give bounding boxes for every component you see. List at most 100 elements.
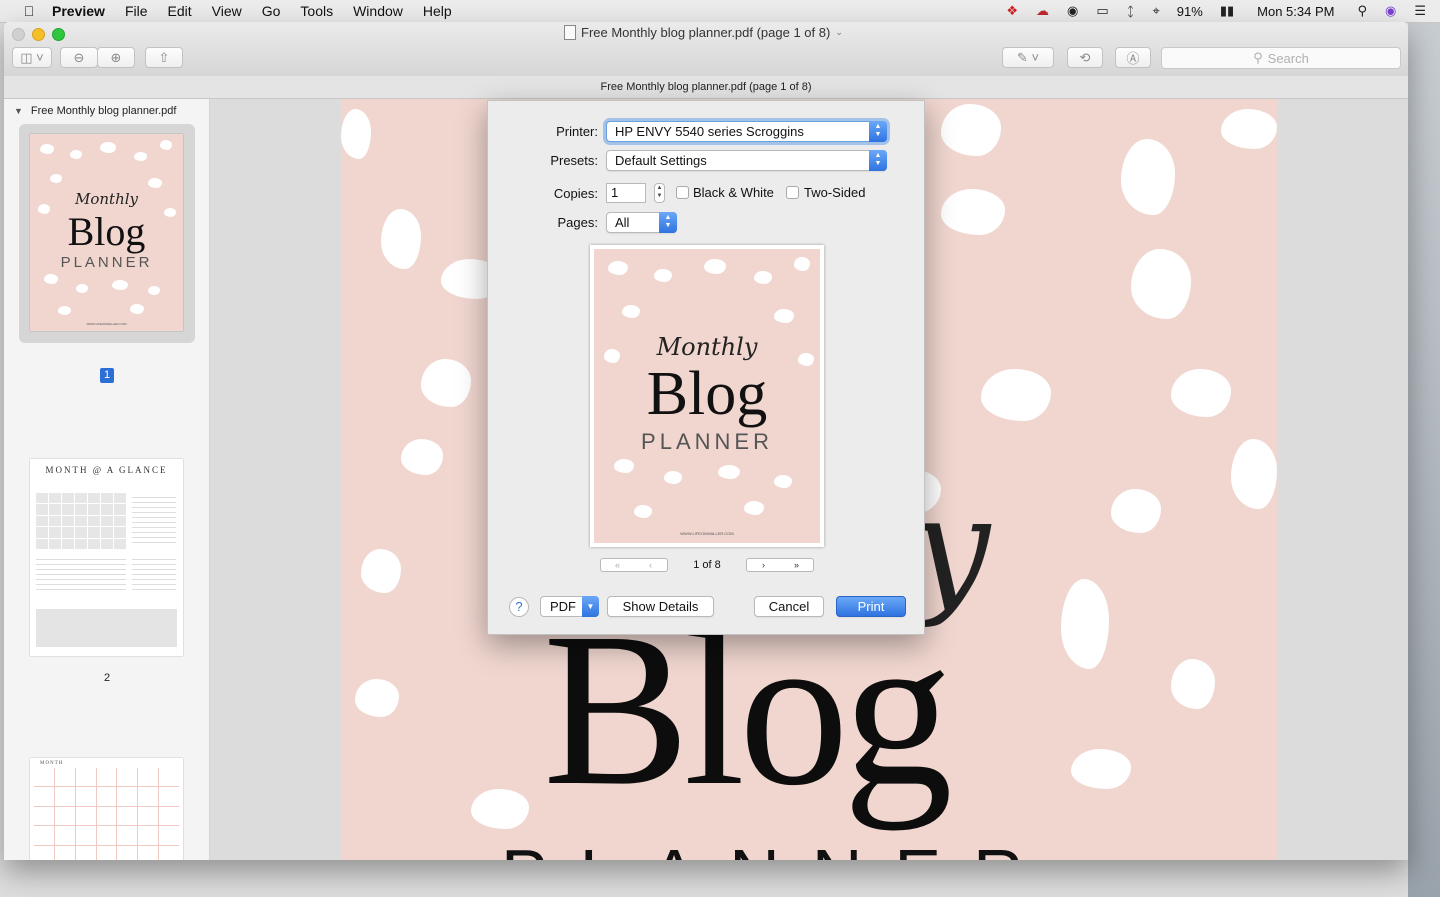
- desktop-background: [1408, 22, 1440, 897]
- glance-page-art: MONTH @ A GLANCE: [30, 459, 183, 656]
- minimize-button[interactable]: [32, 28, 45, 41]
- pages-label: Pages:: [557, 215, 598, 230]
- menu-clock[interactable]: Mon 5:34 PM: [1257, 4, 1334, 19]
- siri-icon[interactable]: ◉: [1385, 3, 1396, 19]
- evernote-icon[interactable]: ◉: [1067, 3, 1078, 19]
- thumbnail-page-2-heading: MONTH @ A GLANCE: [45, 465, 168, 475]
- thumbnail-cover-title: Blog: [67, 209, 146, 254]
- chevron-down-icon[interactable]: ⌄: [835, 27, 843, 38]
- month-page-art: MONTH: [30, 758, 183, 860]
- status-menus: ❖ ☁ ◉ ▭ ᛨ ⌖ 91% ▮▮ Mon 5:34 PM ⚲ ◉ ☰: [997, 0, 1440, 22]
- notification-center-icon[interactable]: ☰: [1414, 3, 1426, 19]
- thumbnail-page-3[interactable]: MONTH: [30, 758, 183, 860]
- printer-popup[interactable]: HP ENVY 5540 series Scroggins ▲ ▼: [606, 121, 887, 142]
- two-sided-checkbox[interactable]: [786, 186, 799, 199]
- print-dialog: Printer: HP ENVY 5540 series Scroggins ▲…: [487, 100, 925, 635]
- menu-app-name[interactable]: Preview: [52, 3, 105, 19]
- two-sided-label[interactable]: Two-Sided: [804, 185, 865, 200]
- preview-forward-buttons: › »: [746, 558, 814, 572]
- popup-arrows-icon: ▲ ▼: [869, 121, 887, 142]
- window-titlebar: Free Monthly blog planner.pdf (page 1 of…: [4, 22, 1408, 77]
- creative-cloud-icon[interactable]: ☁: [1036, 3, 1049, 19]
- thumbnail-cover-script: Monthly: [74, 190, 138, 208]
- first-page-button[interactable]: «: [601, 559, 634, 571]
- zoom-button[interactable]: [52, 28, 65, 41]
- spotlight-icon[interactable]: ⚲: [1357, 3, 1367, 19]
- presets-label: Presets:: [550, 153, 598, 168]
- show-details-button[interactable]: Show Details: [607, 596, 714, 617]
- zoom-out-button[interactable]: ⊖: [60, 47, 98, 68]
- bluetooth-icon[interactable]: ᛨ: [1127, 4, 1135, 19]
- next-page-button[interactable]: ›: [747, 559, 780, 571]
- window-title-text: Free Monthly blog planner.pdf (page 1 of…: [581, 25, 831, 40]
- share-button[interactable]: ⇧: [145, 47, 183, 68]
- zoom-in-button[interactable]: ⊕: [97, 47, 135, 68]
- previous-page-button[interactable]: ‹: [634, 559, 667, 571]
- presets-value: Default Settings: [615, 153, 707, 168]
- window-title[interactable]: Free Monthly blog planner.pdf (page 1 of…: [564, 25, 843, 40]
- battery-percent: 91%: [1176, 3, 1203, 19]
- search-icon: ⚲: [1253, 50, 1263, 65]
- pages-popup[interactable]: All ▲ ▼: [606, 212, 677, 233]
- copies-stepper[interactable]: ▲ ▼: [654, 183, 665, 203]
- thumbnail-page-2[interactable]: MONTH @ A GLANCE: [30, 459, 183, 656]
- zoom-out-icon: ⊖: [73, 49, 85, 65]
- thumbnail-page-3-heading: MONTH: [40, 761, 64, 766]
- menu-window[interactable]: Window: [353, 3, 403, 19]
- close-button[interactable]: [12, 28, 25, 41]
- copies-label: Copies:: [553, 186, 598, 201]
- preview-cover-subtitle: PLANNER: [641, 429, 773, 454]
- pdf-menu-button[interactable]: PDF ▼: [540, 596, 599, 617]
- menu-go[interactable]: Go: [262, 3, 281, 19]
- chevron-down-icon: ▼: [582, 596, 599, 617]
- share-icon: ⇧: [158, 49, 170, 65]
- menu-bar:  Preview File Edit View Go Tools Window…: [0, 0, 1440, 23]
- sidebar-toggle-button[interactable]: ◫ ˅: [12, 47, 52, 68]
- black-white-label[interactable]: Black & White: [693, 185, 774, 200]
- thumbnail-cover-art: Monthly Blog PLANNER WWW.LIFEONWALLER.CO…: [30, 134, 183, 331]
- presets-popup[interactable]: Default Settings ▲ ▼: [606, 150, 887, 171]
- last-page-button[interactable]: »: [780, 559, 813, 571]
- popup-arrows-icon: ▲ ▼: [869, 150, 887, 171]
- disclosure-triangle-icon[interactable]: ▼: [14, 106, 23, 116]
- dropbox-icon[interactable]: ❖: [1006, 3, 1018, 19]
- markup-toolbar-button[interactable]: Ⓐ: [1115, 47, 1151, 68]
- thumbnail-page-1[interactable]: Monthly Blog PLANNER WWW.LIFEONWALLER.CO…: [30, 134, 183, 331]
- sidebar-document-name: Free Monthly blog planner.pdf: [30, 105, 177, 117]
- battery-icon[interactable]: ▮▮: [1220, 3, 1234, 19]
- menu-file[interactable]: File: [125, 3, 148, 19]
- pdf-label: PDF: [550, 599, 576, 614]
- menu-edit[interactable]: Edit: [168, 3, 192, 19]
- pages-value: All: [615, 215, 630, 230]
- rotate-icon: ⟲: [1079, 49, 1091, 65]
- zoom-in-icon: ⊕: [110, 49, 122, 65]
- popup-arrows-icon: ▲ ▼: [659, 212, 677, 233]
- markup-icon: Ⓐ: [1126, 51, 1140, 66]
- menu-view[interactable]: View: [212, 3, 242, 19]
- apple-menu-icon[interactable]: : [20, 3, 38, 19]
- rotate-button[interactable]: ⟲: [1067, 47, 1103, 68]
- cancel-button[interactable]: Cancel: [754, 596, 824, 617]
- markup-pen-button[interactable]: ✎ ˅: [1002, 47, 1054, 68]
- printer-value: HP ENVY 5540 series Scroggins: [615, 124, 804, 139]
- wifi-icon[interactable]: ⌖: [1152, 3, 1159, 19]
- search-field[interactable]: ⚲ Search: [1161, 47, 1401, 69]
- preview-cover-title: Blog: [646, 360, 768, 428]
- pen-icon: ✎ ˅: [1016, 49, 1040, 65]
- help-button[interactable]: ?: [509, 597, 529, 617]
- search-placeholder: Search: [1267, 50, 1309, 66]
- black-white-checkbox[interactable]: [676, 186, 689, 199]
- sidebar-icon: ◫ ˅: [20, 49, 44, 65]
- thumbnail-sidebar[interactable]: ▼ Free Monthly blog planner.pdf Monthly …: [4, 99, 210, 860]
- menu-help[interactable]: Help: [423, 3, 452, 19]
- thumbnail-cover-url: WWW.LIFEONWALLER.COM: [86, 322, 127, 326]
- page-cover-subtitle: PLANNER: [501, 839, 1056, 860]
- menu-tools[interactable]: Tools: [300, 3, 333, 19]
- print-button[interactable]: Print: [836, 596, 906, 617]
- document-subtitle-bar: Free Monthly blog planner.pdf (page 1 of…: [4, 76, 1408, 99]
- preview-back-buttons: « ‹: [600, 558, 668, 572]
- sidebar-document-header[interactable]: ▼ Free Monthly blog planner.pdf: [14, 105, 176, 117]
- page-number-1: 1: [100, 368, 114, 383]
- airplay-icon[interactable]: ▭: [1096, 3, 1108, 19]
- copies-field[interactable]: 1: [606, 183, 646, 203]
